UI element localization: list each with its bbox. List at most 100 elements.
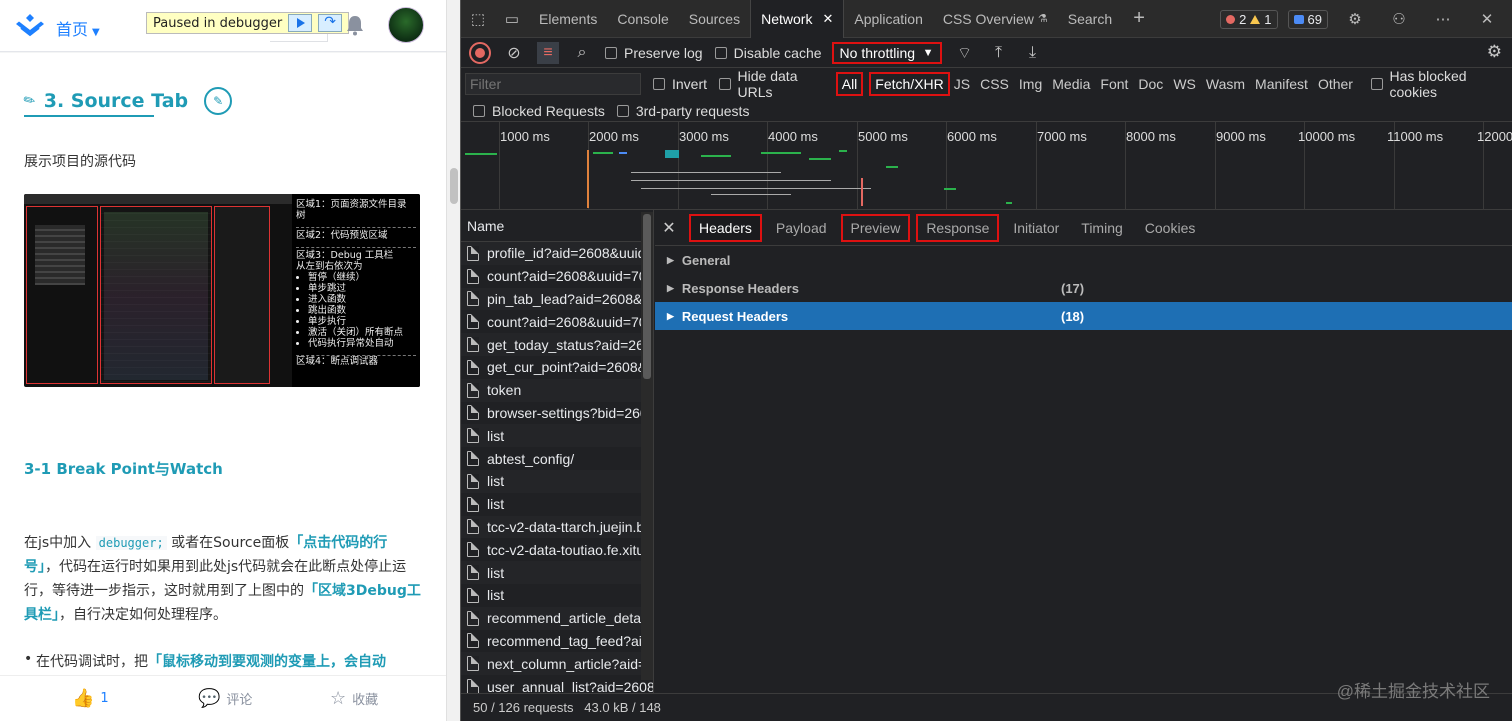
table-row[interactable]: list xyxy=(461,493,653,516)
tab-sources[interactable]: Sources xyxy=(679,0,750,38)
filter-type-doc[interactable]: Doc xyxy=(1134,74,1167,94)
tab-css-overview[interactable]: CSS Overview ⚗ xyxy=(933,0,1058,38)
edit-icon[interactable]: ✎ xyxy=(204,87,233,115)
tab-elements[interactable]: Elements xyxy=(529,0,607,38)
scrollbar-thumb[interactable] xyxy=(450,168,458,204)
bell-icon[interactable] xyxy=(345,14,365,36)
disable-cache-checkbox[interactable]: Disable cache xyxy=(714,45,822,61)
table-row[interactable]: list xyxy=(461,561,653,584)
section-general[interactable]: ▶ General xyxy=(655,246,1512,274)
table-row[interactable]: count?aid=2608&uuid=70 xyxy=(461,265,653,288)
tab-cookies[interactable]: Cookies xyxy=(1137,216,1204,240)
para-text: ，自行决定如何处理程序。 xyxy=(59,607,227,623)
table-row[interactable]: next_column_article?aid=2 xyxy=(461,652,653,676)
triangle-right-icon: ▶ xyxy=(667,282,674,293)
table-row[interactable]: recommend_tag_feed?aid. xyxy=(461,630,653,653)
table-row[interactable]: tcc-v2-data-ttarch.juejin.b xyxy=(461,515,653,539)
gear-icon[interactable]: ⚙ xyxy=(1344,8,1366,30)
table-row[interactable]: get_cur_point?aid=2608& xyxy=(461,356,653,379)
table-row[interactable]: profile_id?aid=2608&uuid xyxy=(461,242,653,265)
filter-icon[interactable]: ≡ xyxy=(537,41,559,64)
article-pane: 首页▼ Paused in debugger ✎ 3. Source Tab ✎… xyxy=(0,0,460,721)
filter-type-media[interactable]: Media xyxy=(1048,74,1094,94)
close-icon[interactable]: ✕ xyxy=(822,11,833,27)
para-text: 或者在Source面板 xyxy=(171,535,290,551)
tab-initiator[interactable]: Initiator xyxy=(1005,216,1067,240)
export-har-icon[interactable]: ⤓ xyxy=(1022,42,1044,64)
collect-button[interactable]: ☆ 收藏 xyxy=(330,688,378,709)
filter-type-wasm[interactable]: Wasm xyxy=(1202,74,1249,94)
close-devtools-icon[interactable]: ✕ xyxy=(1476,8,1498,30)
table-row[interactable]: abtest_config/ xyxy=(461,447,653,470)
third-party-checkbox[interactable]: 3rd-party requests xyxy=(616,103,749,119)
table-row[interactable]: tcc-v2-data-toutiao.fe.xitu xyxy=(461,538,653,561)
filter-type-font[interactable]: Font xyxy=(1096,74,1132,94)
filter-type-fetch-xhr[interactable]: Fetch/XHR xyxy=(869,72,950,96)
more-options-icon[interactable]: ⋯ xyxy=(1432,8,1454,30)
tab-label: Elements xyxy=(539,10,598,27)
has-blocked-cookies-checkbox[interactable]: Has blocked cookies xyxy=(1370,68,1512,100)
like-button[interactable]: 👍 1 xyxy=(72,688,109,709)
step-over-icon[interactable] xyxy=(318,14,343,32)
issues-badge[interactable]: 2 1 xyxy=(1220,9,1278,29)
invert-checkbox[interactable]: Invert xyxy=(653,76,707,92)
close-icon[interactable]: ✕ xyxy=(655,218,683,238)
inspect-element-icon[interactable]: ⬚ xyxy=(467,8,489,30)
table-row[interactable]: list xyxy=(461,424,653,448)
filter-type-ws[interactable]: WS xyxy=(1169,74,1200,94)
table-row[interactable]: get_today_status?aid=260 xyxy=(461,333,653,356)
juejin-logo-icon[interactable] xyxy=(14,12,46,40)
import-har-icon[interactable]: ⤒ xyxy=(988,42,1010,64)
filter-type-manifest[interactable]: Manifest xyxy=(1251,74,1312,94)
table-row[interactable]: token xyxy=(461,378,653,402)
table-row[interactable]: count?aid=2608&uuid=70 xyxy=(461,310,653,333)
tab-timing[interactable]: Timing xyxy=(1073,216,1131,240)
filter-type-img[interactable]: Img xyxy=(1015,74,1046,94)
filter-type-other[interactable]: Other xyxy=(1314,74,1357,94)
request-list-scrollbar[interactable] xyxy=(641,212,653,680)
device-toggle-icon[interactable]: ▭ xyxy=(501,8,523,30)
resume-icon[interactable] xyxy=(288,14,313,32)
filter-type-css[interactable]: CSS xyxy=(976,74,1013,94)
filter-input[interactable] xyxy=(465,73,641,95)
table-row[interactable]: recommend_article_detail_ xyxy=(461,606,653,630)
timeline-overview[interactable]: 1000 ms 2000 ms 3000 ms 4000 ms 5000 ms … xyxy=(461,122,1512,210)
search-icon[interactable]: ⌕ xyxy=(571,42,593,64)
nav-home-dropdown[interactable]: 首页 ▼ xyxy=(56,16,100,40)
table-row[interactable]: browser-settings?bid=260 xyxy=(461,402,653,425)
network-settings-gear-icon[interactable]: ⚙ xyxy=(1487,42,1502,62)
tab-headers[interactable]: Headers xyxy=(689,213,762,242)
page-scrollbar[interactable] xyxy=(446,0,460,721)
tab-search[interactable]: Search xyxy=(1058,0,1122,38)
tab-application[interactable]: Application xyxy=(844,0,933,38)
hide-data-urls-checkbox[interactable]: Hide data URLs xyxy=(719,68,832,100)
timeline-tick: 9000 ms xyxy=(1216,129,1266,144)
comment-button[interactable]: 💬 评论 xyxy=(198,688,252,709)
throttling-select[interactable]: No throttling ▼ xyxy=(831,41,942,64)
tab-payload[interactable]: Payload xyxy=(768,216,835,240)
record-icon[interactable] xyxy=(469,41,491,64)
section-response-headers[interactable]: ▶ Response Headers (17) xyxy=(655,274,1512,302)
scrollbar-thumb[interactable] xyxy=(643,214,651,379)
filter-type-js[interactable]: JS xyxy=(950,74,974,94)
tab-console[interactable]: Console xyxy=(607,0,678,38)
network-conditions-icon[interactable]: ⌔ xyxy=(954,42,976,64)
add-tab-icon[interactable]: + xyxy=(1128,7,1150,30)
feedback-icon[interactable]: ⚇ xyxy=(1388,8,1410,30)
filter-type-all[interactable]: All xyxy=(835,72,864,96)
messages-badge[interactable]: 69 xyxy=(1287,9,1328,29)
table-row[interactable]: pin_tab_lead?aid=2608&u xyxy=(461,287,653,311)
tab-network[interactable]: Network ✕ xyxy=(750,0,845,38)
section-request-headers[interactable]: ▶ Request Headers (18) xyxy=(655,302,1512,330)
table-row[interactable]: user_annual_list?aid=2608 xyxy=(461,675,653,693)
detail-tabs: ✕ Headers Payload Preview Response Initi… xyxy=(655,210,1512,246)
blocked-requests-checkbox[interactable]: Blocked Requests xyxy=(473,103,605,119)
tab-response[interactable]: Response xyxy=(916,213,1000,242)
tab-preview[interactable]: Preview xyxy=(840,213,911,242)
table-row[interactable]: list xyxy=(461,584,653,607)
table-row[interactable]: list xyxy=(461,469,653,493)
preserve-log-checkbox[interactable]: Preserve log xyxy=(605,45,703,61)
avatar[interactable] xyxy=(388,7,424,43)
clear-icon[interactable]: ⊘ xyxy=(503,42,525,64)
name-column-header[interactable]: Name xyxy=(461,210,653,242)
